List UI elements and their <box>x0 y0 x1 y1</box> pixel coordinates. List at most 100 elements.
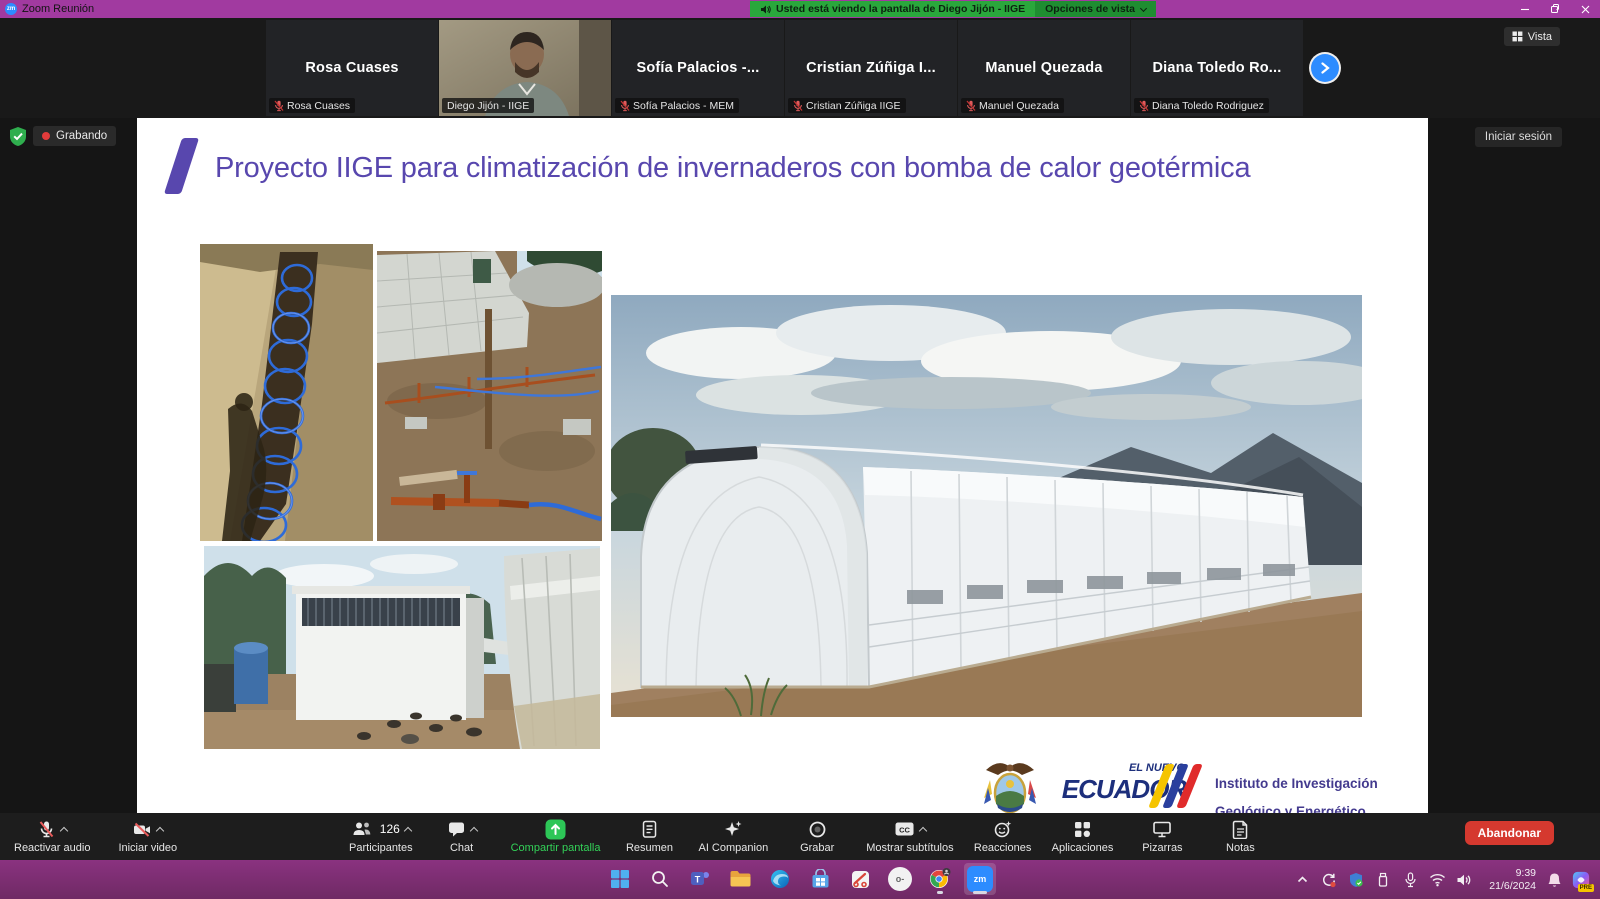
taskbar-clock[interactable]: 9:39 21/6/2024 <box>1482 867 1536 892</box>
unmute-button[interactable]: Reactivar audio <box>14 813 90 860</box>
snipping-tool-button[interactable] <box>844 863 876 895</box>
usb-device-button[interactable] <box>1374 871 1392 889</box>
teams-app-button[interactable]: T <box>684 863 716 895</box>
apps-button[interactable]: Aplicaciones <box>1052 813 1114 860</box>
record-icon <box>808 820 827 839</box>
captions-button[interactable]: CC Mostrar subtítulos <box>866 813 953 860</box>
captions-options-chevron[interactable] <box>919 826 927 834</box>
zoom-app-logo: zm <box>5 3 17 15</box>
start-button[interactable] <box>604 863 636 895</box>
institute-name: Instituto de Investigación Geológico y E… <box>1215 774 1428 813</box>
video-options-chevron[interactable] <box>156 826 164 834</box>
chat-options-chevron[interactable] <box>469 826 477 834</box>
mic-muted-icon <box>966 100 976 112</box>
brand-main-text: ECUADOR <box>1049 774 1199 805</box>
ai-companion-button[interactable]: AI Companion <box>698 813 768 860</box>
participants-count: 126 <box>380 822 400 836</box>
taskbar-search-button[interactable] <box>644 863 676 895</box>
participant-tile-cristian[interactable]: Cristian Zúñiga I... Cristian Zúñiga IIG… <box>785 20 957 116</box>
maximize-button[interactable] <box>1540 0 1570 18</box>
volume-button[interactable] <box>1455 871 1473 889</box>
whiteboards-button[interactable]: Pizarras <box>1133 813 1191 860</box>
chat-button[interactable]: Chat <box>433 813 491 860</box>
app-o-text: o- <box>896 874 905 884</box>
copilot-button[interactable]: PRE <box>1572 871 1590 889</box>
wifi-button[interactable] <box>1428 871 1446 889</box>
next-participants-button[interactable] <box>1311 54 1339 82</box>
close-button[interactable] <box>1570 0 1600 18</box>
app-o-button[interactable]: o- <box>884 863 916 895</box>
speaker-icon <box>760 4 771 15</box>
windows-taskbar: T <box>0 860 1600 899</box>
participant-tile-manuel[interactable]: Manuel Quezada Manuel Quezada <box>958 20 1130 116</box>
shared-screen-stage: Grabando Iniciar sesión Proyecto IIGE pa… <box>0 118 1600 813</box>
photo-machine-room <box>204 546 600 749</box>
view-mode-button[interactable]: Vista <box>1504 27 1560 46</box>
zoom-taskbar-icon: zm <box>967 866 993 892</box>
store-icon <box>810 869 831 890</box>
view-options-button[interactable]: Opciones de vista <box>1035 1 1156 17</box>
window-titlebar: zm Zoom Reunión Usted está viendo la pan… <box>0 0 1600 18</box>
microsoft-store-button[interactable] <box>804 863 836 895</box>
restore-icon <box>1550 4 1560 14</box>
leave-meeting-button[interactable]: Abandonar <box>1465 821 1554 845</box>
participant-label-text: Diana Toledo Rodriguez <box>1152 100 1264 112</box>
chrome-browser-button[interactable] <box>924 863 956 895</box>
start-video-button[interactable]: Iniciar video <box>118 813 177 860</box>
share-banner-text: Usted está viendo la pantalla de Diego J… <box>776 3 1025 15</box>
reactions-button[interactable]: Reacciones <box>974 813 1032 860</box>
photo-greenhouse <box>611 295 1362 717</box>
participants-button[interactable]: 126 Participantes <box>349 813 413 860</box>
security-shield-icon[interactable] <box>8 126 28 147</box>
participant-label-text: Diego Jijón - IIGE <box>447 100 529 112</box>
ecuador-coat-of-arms <box>982 758 1038 813</box>
tray-overflow-button[interactable] <box>1293 871 1311 889</box>
start-video-label: Iniciar video <box>118 842 177 854</box>
teams-icon: T <box>689 868 711 890</box>
minimize-button[interactable] <box>1510 0 1540 18</box>
notes-icon <box>1232 820 1249 839</box>
recording-indicator[interactable]: Grabando <box>33 126 116 146</box>
svg-text:CC: CC <box>899 826 910 835</box>
participant-label-text: Sofía Palacios - MEM <box>633 100 734 112</box>
el-nuevo-ecuador-logo: EL NUEVO ECUADOR <box>1049 762 1199 805</box>
edge-browser-button[interactable] <box>764 863 796 895</box>
tray-mic-button[interactable] <box>1401 871 1419 889</box>
audio-options-chevron[interactable] <box>60 826 68 834</box>
participant-tile-rosa[interactable]: Rosa Cuases Rosa Cuases <box>266 20 438 116</box>
share-screen-button[interactable]: Compartir pantalla <box>511 813 601 860</box>
mic-muted-icon <box>274 100 284 112</box>
file-explorer-button[interactable] <box>724 863 756 895</box>
notifications-button[interactable] <box>1545 871 1563 889</box>
participant-label: Rosa Cuases <box>269 98 355 113</box>
photo-geothermal-trench <box>200 244 373 541</box>
chevron-right-icon <box>1320 62 1330 74</box>
participant-label-text: Rosa Cuases <box>287 100 350 112</box>
brand-top-text: EL NUEVO <box>1049 762 1199 774</box>
folder-icon <box>729 869 752 889</box>
participants-options-chevron[interactable] <box>404 826 412 834</box>
summary-button[interactable]: Resumen <box>620 813 678 860</box>
share-screen-icon <box>545 819 566 840</box>
signin-button[interactable]: Iniciar sesión <box>1475 127 1562 147</box>
record-button[interactable]: Grabar <box>788 813 846 860</box>
chevron-up-icon <box>1296 873 1309 886</box>
windows-security-button[interactable] <box>1347 871 1365 889</box>
participant-label-text: Cristian Zúñiga IIGE <box>806 100 901 112</box>
participant-label: Sofía Palacios - MEM <box>615 98 739 113</box>
chat-label: Chat <box>450 842 473 854</box>
whiteboard-icon <box>1152 820 1172 838</box>
institute-line2: Geológico y Energético <box>1215 802 1428 813</box>
participant-tile-sofia[interactable]: Sofía Palacios -... Sofía Palacios - MEM <box>612 20 784 116</box>
camera-muted-icon <box>132 820 152 839</box>
captions-icon: CC <box>894 820 915 838</box>
reactions-label: Reacciones <box>974 842 1031 854</box>
usb-icon <box>1376 872 1390 888</box>
slide-title: Proyecto IIGE para climatización de inve… <box>215 148 1315 189</box>
notes-button[interactable]: Notas <box>1211 813 1269 860</box>
participant-tile-diana[interactable]: Diana Toledo Ro... Diana Toledo Rodrigue… <box>1131 20 1303 116</box>
zoom-app-button[interactable]: zm <box>964 863 996 895</box>
participant-tile-diego-video[interactable]: Diego Jijón - IIGE <box>439 20 611 116</box>
wifi-icon <box>1429 873 1446 887</box>
sync-status-button[interactable] <box>1320 871 1338 889</box>
